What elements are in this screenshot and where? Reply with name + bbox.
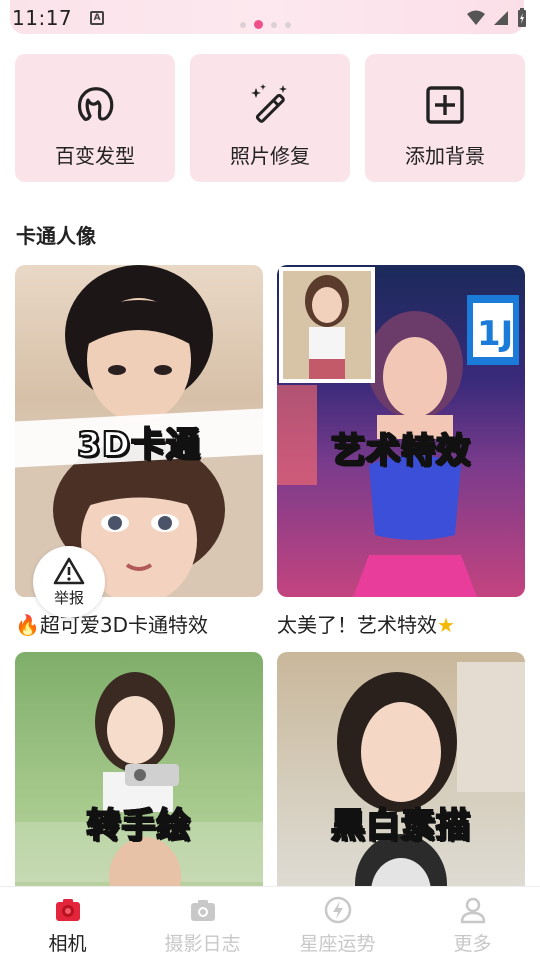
card-image[interactable]: 3D卡通 (15, 265, 263, 597)
feature-label: 添加背景 (405, 144, 485, 168)
card-overlay-title: 3D卡通 (76, 424, 201, 466)
status-bar: 11:17 A (0, 0, 540, 36)
star-icon: ★ (437, 613, 455, 637)
feature-hairstyle-button[interactable]: 百变发型 (15, 54, 175, 182)
report-button[interactable]: 举报 (33, 546, 105, 618)
card-art-effect[interactable]: 1J 艺术特效 太美了！艺术特效★ (277, 265, 525, 638)
user-icon (460, 897, 485, 924)
nav-label: 相机 (48, 933, 87, 955)
card-overlay-title: 黑白素描 (330, 805, 471, 847)
app-screen: 11:17 A 百变发型 照片修复 添加背景 卡通人像 3D卡通 🔥超可爱3D卡… (0, 0, 540, 960)
hair-icon (77, 87, 114, 121)
bolt-icon (324, 896, 351, 924)
a-icon: A (90, 11, 105, 25)
fire-icon: 🔥 (15, 613, 40, 637)
section-title: 卡通人像 (16, 224, 96, 248)
caption-text: 太美了！艺术特效 (277, 613, 437, 637)
pager-dot (285, 21, 291, 28)
card-overlay-title: 艺术特效 (330, 430, 471, 472)
magic-wand-icon (251, 84, 287, 123)
pager-dot (240, 21, 246, 28)
svg-text:1J: 1J (477, 314, 513, 354)
nav-label: 摄影日志 (164, 933, 241, 955)
status-time: 11:17 (12, 6, 73, 30)
pager-dot-active (254, 20, 263, 29)
warning-icon (53, 557, 85, 584)
nav-photo-log[interactable]: 摄影日志 (135, 887, 270, 960)
report-label: 举报 (53, 588, 84, 607)
nav-horoscope[interactable]: 星座运势 (270, 887, 405, 960)
add-box-icon (426, 86, 464, 124)
feature-label: 百变发型 (55, 144, 135, 168)
nav-label: 星座运势 (299, 933, 376, 955)
bottom-navigation: 相机 摄影日志 星座运势 更多 (0, 886, 540, 960)
photo-log-icon (190, 900, 215, 921)
card-overlay-title: 转手绘 (86, 805, 192, 847)
card-image[interactable]: 1J 艺术特效 (277, 265, 525, 597)
banner-pager-dots (240, 20, 291, 29)
feature-label: 照片修复 (230, 144, 310, 168)
pager-dot (271, 21, 277, 28)
card-caption: 太美了！艺术特效★ (277, 609, 525, 638)
wifi-icon (467, 10, 485, 25)
nav-more[interactable]: 更多 (405, 887, 540, 960)
feature-row: 百变发型 照片修复 添加背景 (15, 54, 525, 182)
feature-photo-repair-button[interactable]: 照片修复 (190, 54, 350, 182)
signal-icon (494, 11, 508, 25)
nav-label: 更多 (453, 933, 492, 955)
camera-icon (55, 899, 80, 921)
nav-camera[interactable]: 相机 (0, 887, 135, 960)
feature-add-background-button[interactable]: 添加背景 (365, 54, 525, 182)
battery-icon (518, 8, 526, 27)
